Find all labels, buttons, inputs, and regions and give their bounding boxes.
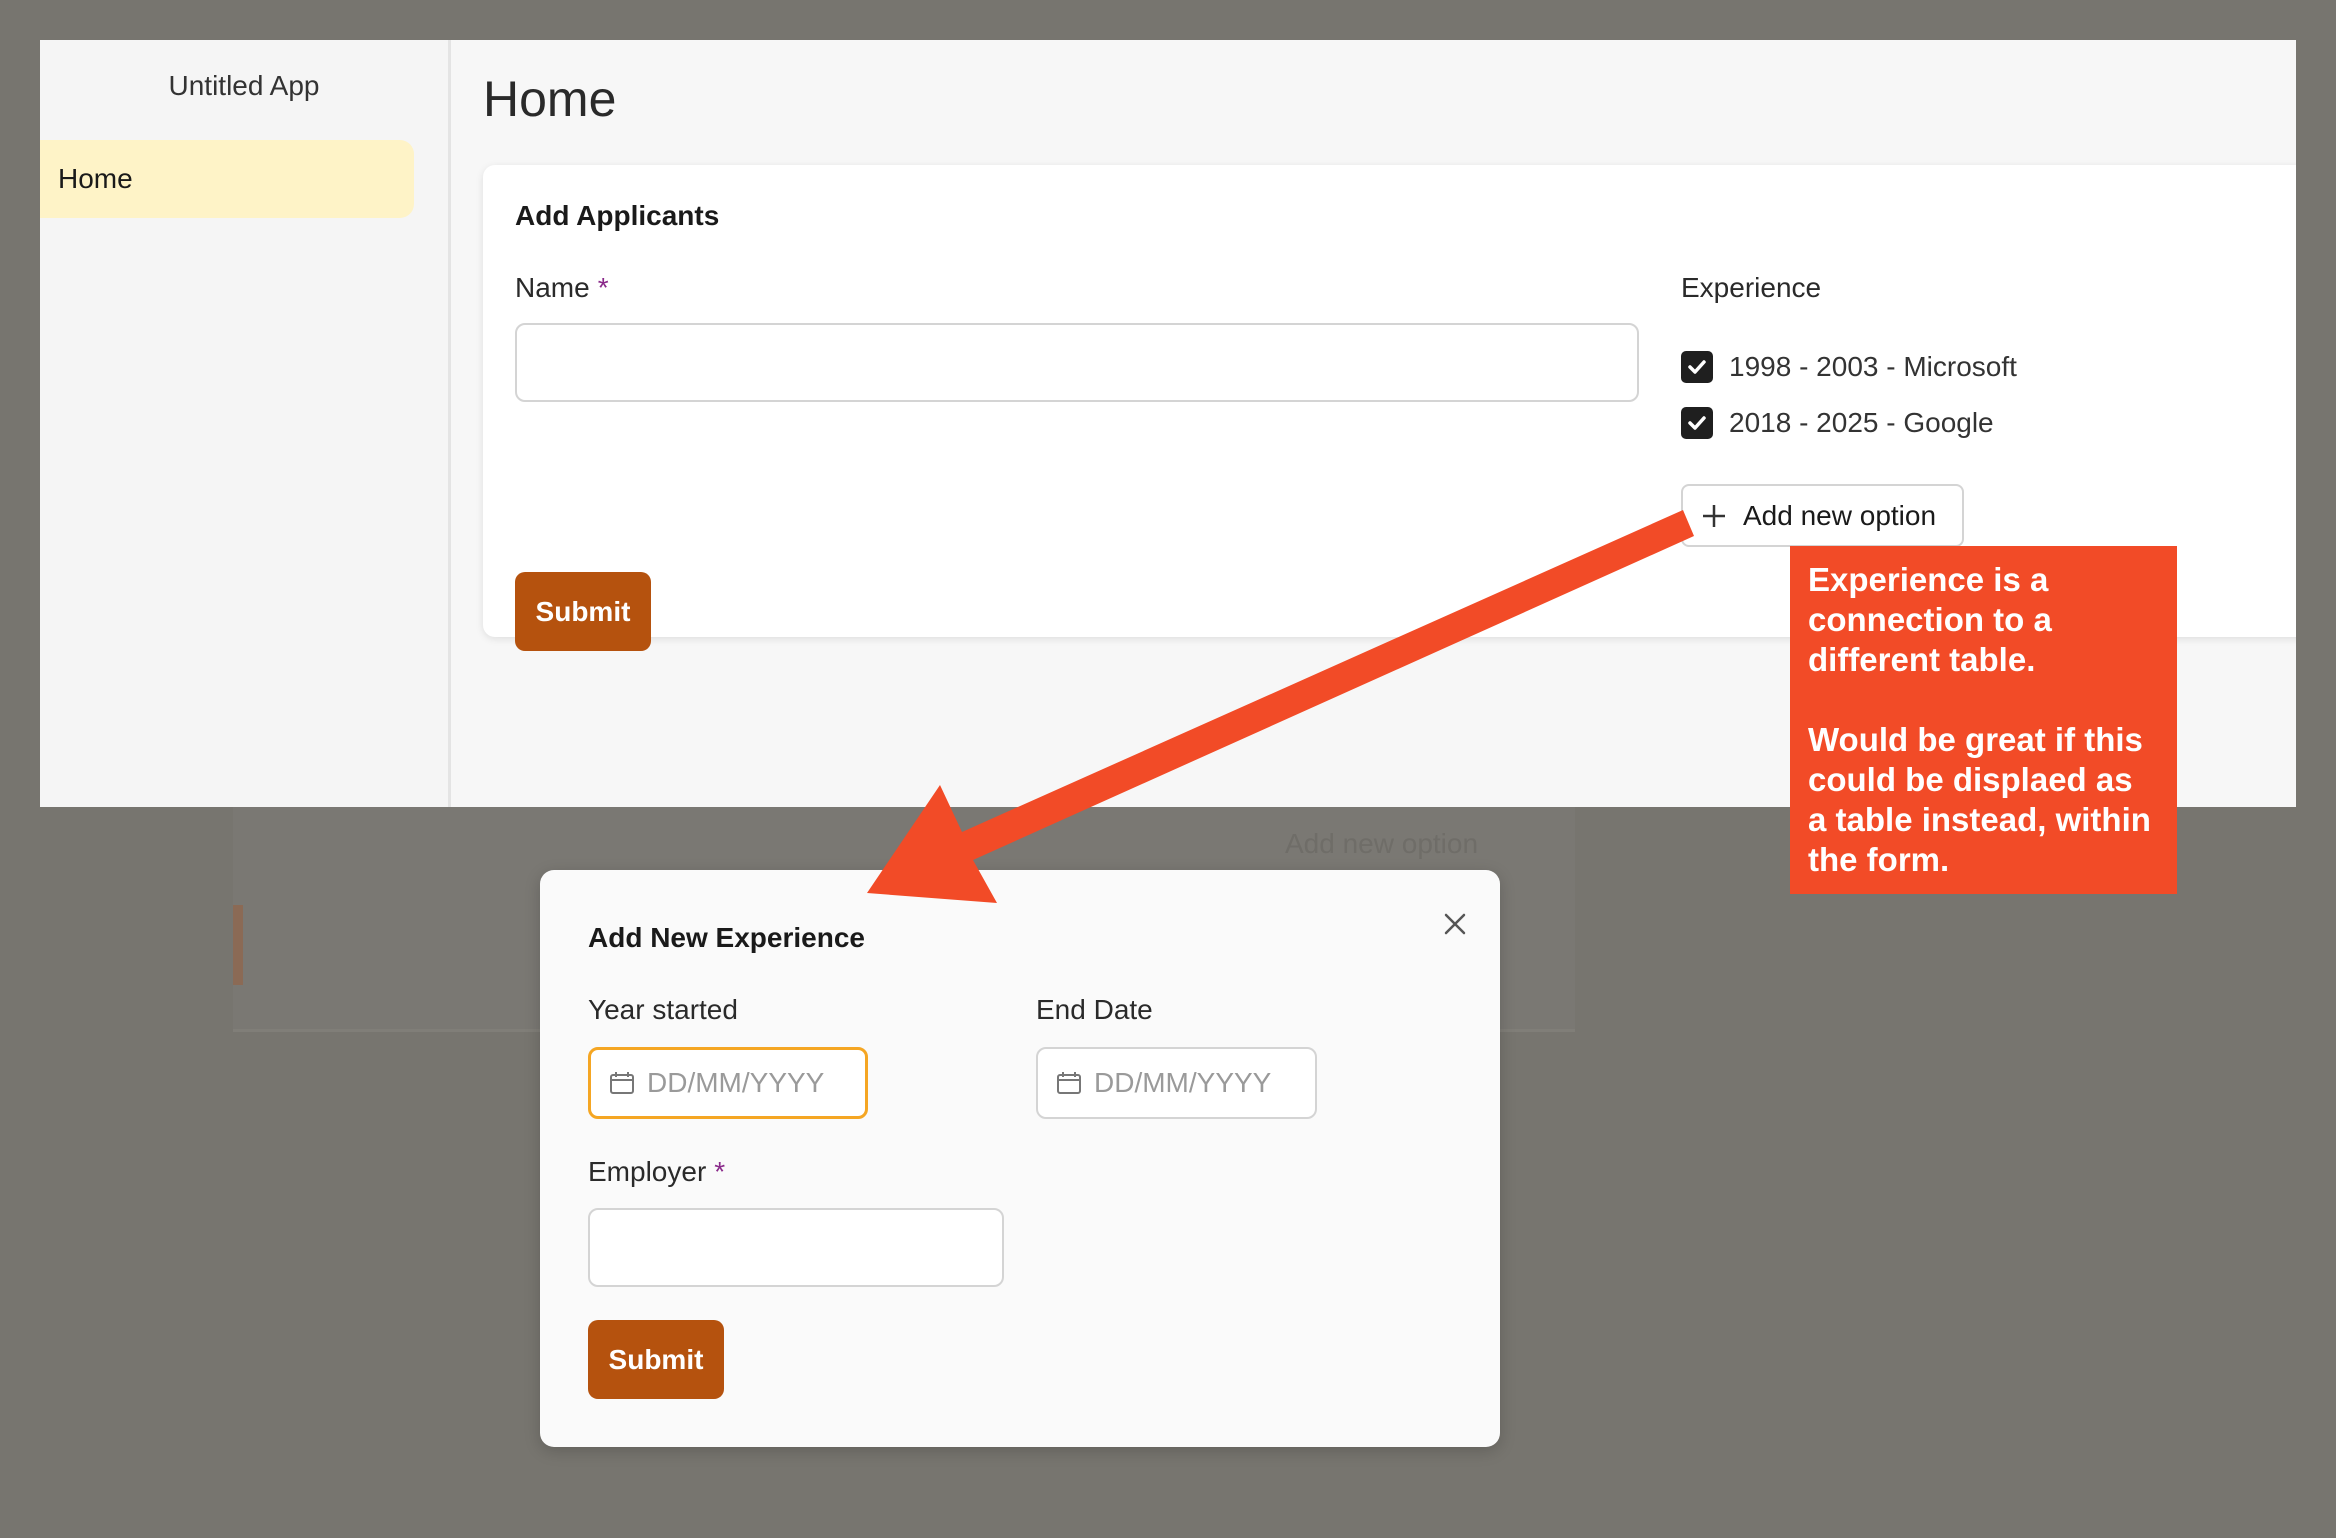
- submit-button[interactable]: Submit: [515, 572, 651, 651]
- sidebar: Untitled App Home: [40, 40, 451, 807]
- annotation-text-1: Experience is a connection to a differen…: [1808, 561, 2052, 678]
- experience-option-label: 2018 - 2025 - Google: [1729, 407, 1994, 438]
- end-date-label: End Date: [1036, 994, 1153, 1025]
- close-button[interactable]: [1435, 904, 1475, 944]
- year-started-label: Year started: [588, 994, 738, 1025]
- background-edge: [233, 905, 243, 985]
- checkmark-icon: [1688, 360, 1706, 374]
- plus-icon: [1703, 504, 1725, 527]
- calendar-icon: [1057, 1072, 1081, 1094]
- add-new-option-label: Add new option: [1743, 499, 1937, 531]
- close-icon: [1444, 913, 1466, 935]
- year-started-placeholder: DD/MM/YYYY: [647, 1067, 825, 1098]
- experience-option-label: 1998 - 2003 - Microsoft: [1729, 351, 2017, 382]
- checkmark-icon: [1688, 416, 1706, 430]
- required-marker: *: [714, 1156, 726, 1187]
- name-label: Name *: [515, 272, 609, 304]
- sidebar-item-label: Home: [58, 163, 133, 194]
- app-title: Untitled App: [168, 70, 320, 101]
- add-experience-modal: Add New Experience Year started DD/MM/YY…: [540, 870, 1500, 1447]
- add-new-option-button[interactable]: Add new option: [1681, 484, 1964, 547]
- calendar-icon: [610, 1072, 634, 1094]
- checkbox-checked[interactable]: [1681, 351, 1713, 383]
- required-marker: *: [597, 272, 609, 303]
- experience-option[interactable]: 2018 - 2025 - Google: [1681, 407, 1994, 439]
- name-input[interactable]: [515, 323, 1639, 402]
- sidebar-item-home[interactable]: Home: [40, 140, 414, 218]
- name-label-text: Name: [515, 272, 590, 303]
- annotation-callout: Experience is a connection to a differen…: [1790, 546, 2177, 894]
- annotation-text-2: Would be great if this could be displaed…: [1808, 721, 2151, 878]
- year-started-input[interactable]: DD/MM/YYYY: [588, 1047, 868, 1119]
- experience-option[interactable]: 1998 - 2003 - Microsoft: [1681, 351, 2017, 383]
- employer-label-text: Employer: [588, 1156, 707, 1187]
- employer-input[interactable]: [588, 1208, 1004, 1287]
- checkbox-checked[interactable]: [1681, 407, 1713, 439]
- form-title: Add Applicants: [515, 200, 720, 231]
- page-title: Home: [483, 71, 617, 127]
- modal-submit-button[interactable]: Submit: [588, 1320, 724, 1399]
- employer-label: Employer *: [588, 1156, 725, 1188]
- end-date-placeholder: DD/MM/YYYY: [1094, 1067, 1272, 1098]
- experience-label: Experience: [1681, 272, 1822, 303]
- modal-title: Add New Experience: [588, 922, 865, 953]
- end-date-input[interactable]: DD/MM/YYYY: [1036, 1047, 1317, 1119]
- background-add-option-text: Add new option: [1285, 828, 1479, 859]
